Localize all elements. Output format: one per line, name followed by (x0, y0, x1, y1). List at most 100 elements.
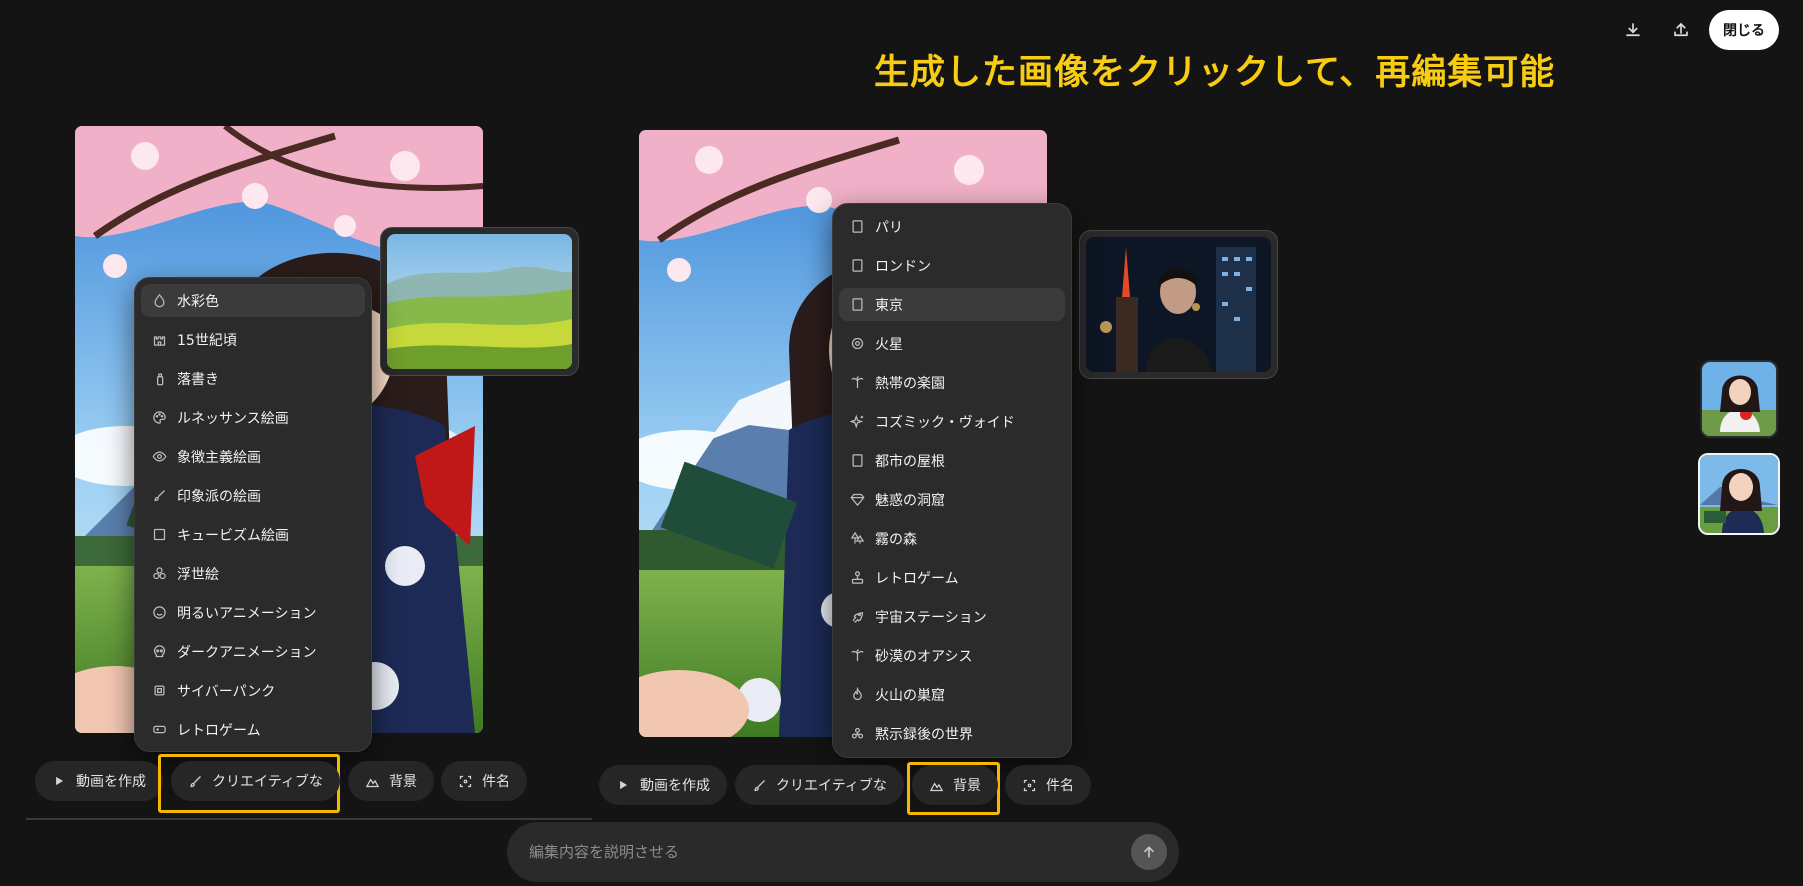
flame-icon (849, 687, 865, 703)
bg-item-paris[interactable]: パリ (839, 210, 1065, 243)
menu-item-label: 浮世絵 (177, 566, 219, 583)
close-button[interactable]: 閉じる (1709, 10, 1779, 50)
palm-tree-icon (849, 375, 865, 391)
menu-item-label: 火星 (875, 336, 903, 353)
bg-item-enchanted-cave[interactable]: 魅惑の洞窟 (839, 483, 1065, 516)
joystick-icon (849, 570, 865, 586)
bg-item-cosmic-void[interactable]: コズミック・ヴォイド (839, 405, 1065, 438)
arrow-up-icon (1144, 846, 1154, 858)
background-button[interactable]: 背景 (912, 765, 998, 805)
menu-item-label: 黙示録後の世界 (875, 726, 973, 743)
menu-item-label: サイバーパンク (177, 683, 276, 700)
style-menu: 水彩色 15世紀頃 落書き ルネッサンス絵画 象徴主義絵画 印象派の絵画 キュー… (134, 277, 372, 752)
menu-item-label: キュービズム絵画 (177, 527, 289, 544)
square-icon (151, 527, 167, 543)
bg-item-retro-game[interactable]: レトロゲーム (839, 561, 1065, 594)
building-icon (849, 258, 865, 274)
style-item-ukiyoe[interactable]: 浮世絵 (141, 557, 365, 590)
style-item-watercolor[interactable]: 水彩色 (141, 284, 365, 317)
bg-item-mars[interactable]: 火星 (839, 327, 1065, 360)
style-item-renaissance[interactable]: ルネッサンス絵画 (141, 401, 365, 434)
play-icon (52, 773, 68, 789)
castle-icon (151, 332, 167, 348)
bg-item-misty-forest[interactable]: 霧の森 (839, 522, 1065, 555)
bg-item-desert-oasis[interactable]: 砂漠のオアシス (839, 639, 1065, 672)
biohazard-icon (849, 726, 865, 742)
style-item-dark-animation[interactable]: ダークアニメーション (141, 635, 365, 668)
background-preview-card (1079, 230, 1278, 379)
history-thumbnail-1[interactable] (1700, 360, 1778, 438)
sparkles-icon (849, 414, 865, 430)
style-item-cubism[interactable]: キュービズム絵画 (141, 518, 365, 551)
cpu-icon (151, 683, 167, 699)
button-label: 背景 (389, 774, 417, 790)
mountain-icon (929, 777, 945, 793)
button-label: 動画を作成 (76, 774, 146, 790)
style-item-bright-animation[interactable]: 明るいアニメーション (141, 596, 365, 629)
menu-item-label: 魅惑の洞窟 (875, 492, 945, 509)
rocket-icon (849, 609, 865, 625)
style-item-cyberpunk[interactable]: サイバーパンク (141, 674, 365, 707)
bg-item-tokyo[interactable]: 東京 (839, 288, 1065, 321)
prompt-bar (507, 822, 1179, 882)
style-item-retro-game[interactable]: レトロゲーム (141, 713, 365, 746)
spray-can-icon (151, 371, 167, 387)
menu-item-label: 砂漠のオアシス (875, 648, 973, 665)
menu-item-label: レトロゲーム (177, 722, 261, 739)
subject-button[interactable]: 件名 (1005, 765, 1091, 805)
menu-item-label: ダークアニメーション (177, 644, 317, 661)
background-button[interactable]: 背景 (348, 761, 434, 801)
subject-button[interactable]: 件名 (441, 761, 527, 801)
brush-icon (188, 773, 204, 789)
menu-item-label: 火山の巣窟 (875, 687, 945, 704)
gem-icon (849, 492, 865, 508)
thumbnail-image (1702, 362, 1776, 436)
send-button[interactable] (1131, 834, 1167, 870)
bg-item-space-station[interactable]: 宇宙ステーション (839, 600, 1065, 633)
focus-icon (1022, 777, 1038, 793)
creative-button[interactable]: クリエイティブな (171, 761, 340, 801)
tokyo-preview-image (1086, 237, 1271, 372)
style-item-15th-century[interactable]: 15世紀頃 (141, 323, 365, 356)
share-icon[interactable] (1666, 15, 1696, 45)
play-icon (616, 777, 632, 793)
focus-icon (458, 773, 474, 789)
divider (26, 818, 592, 820)
smile-icon (151, 605, 167, 621)
style-item-graffiti[interactable]: 落書き (141, 362, 365, 395)
palette-icon (151, 410, 167, 426)
make-video-button[interactable]: 動画を作成 (35, 761, 163, 801)
watercolor-preview-image (387, 234, 572, 369)
brush-icon (151, 488, 167, 504)
bg-item-tropical-paradise[interactable]: 熱帯の楽園 (839, 366, 1065, 399)
bg-item-city-rooftop[interactable]: 都市の屋根 (839, 444, 1065, 477)
menu-item-label: 東京 (875, 297, 903, 314)
bg-item-post-apocalyptic[interactable]: 黙示録後の世界 (839, 717, 1065, 750)
menu-item-label: 15世紀頃 (177, 332, 237, 349)
button-label: クリエイティブな (212, 774, 323, 790)
menu-item-label: 霧の森 (875, 531, 917, 548)
menu-item-label: 宇宙ステーション (875, 609, 987, 626)
gamepad-icon (151, 722, 167, 738)
bg-item-volcano-lair[interactable]: 火山の巣窟 (839, 678, 1065, 711)
building-icon (849, 219, 865, 235)
style-preview-card (380, 227, 579, 376)
menu-item-label: 明るいアニメーション (177, 605, 317, 622)
make-video-button[interactable]: 動画を作成 (599, 765, 727, 805)
menu-item-label: 印象派の絵画 (177, 488, 261, 505)
building-icon (849, 297, 865, 313)
bg-item-london[interactable]: ロンドン (839, 249, 1065, 282)
creative-button[interactable]: クリエイティブな (735, 765, 904, 805)
button-label: 件名 (1046, 778, 1074, 794)
mountain-icon (365, 773, 381, 789)
menu-item-label: ロンドン (875, 258, 931, 275)
annotation-text: 生成した画像をクリックして、再編集可能 (874, 53, 1556, 93)
menu-item-label: コズミック・ヴォイド (875, 414, 1015, 431)
history-thumbnail-2-selected[interactable] (1698, 453, 1780, 535)
download-icon[interactable] (1618, 15, 1648, 45)
eye-icon (151, 449, 167, 465)
style-item-impressionism[interactable]: 印象派の絵画 (141, 479, 365, 512)
brush-icon (752, 777, 768, 793)
edit-prompt-input[interactable] (527, 842, 1131, 862)
style-item-symbolism[interactable]: 象徴主義絵画 (141, 440, 365, 473)
